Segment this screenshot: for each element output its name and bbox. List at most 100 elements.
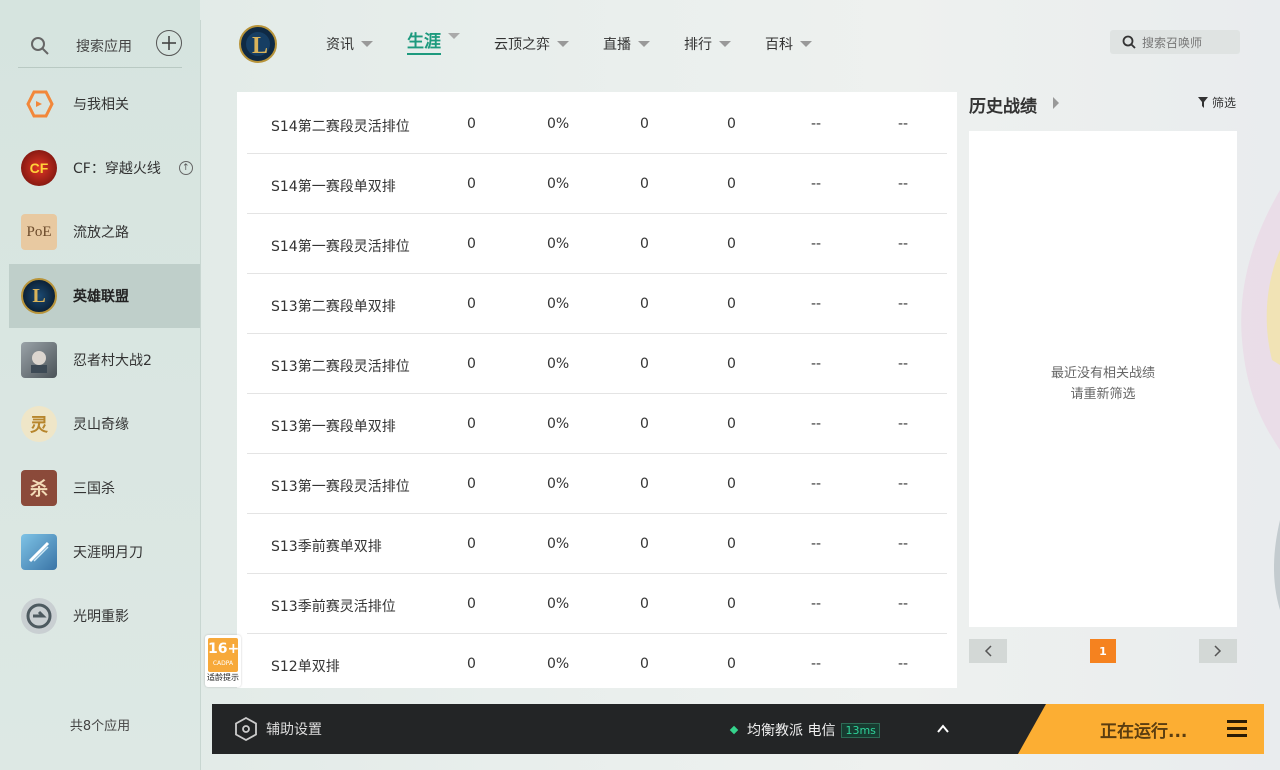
app-count: 共8个应用 (69, 719, 131, 734)
app-label: 流放之路 (73, 225, 129, 241)
age-rating: 16+ (208, 641, 240, 657)
empty-line: 请重新筛选 (1070, 387, 1136, 402)
next-page-button[interactable] (1199, 639, 1237, 663)
cell-value: -- (811, 656, 822, 672)
age-rating-badge[interactable]: 16+ CADPA 适龄提示 (205, 635, 241, 687)
cell-value: 0 (727, 296, 736, 312)
queue-name: S13第一赛段灵活排位 (271, 479, 410, 495)
prev-page-button[interactable] (969, 639, 1007, 663)
app-item-crossfire[interactable]: CF CF：穿越火线 ↑ (9, 136, 200, 200)
tab-news[interactable]: 资讯 (326, 32, 373, 55)
tab-wiki[interactable]: 百科 (765, 32, 812, 55)
cell-value: -- (898, 236, 909, 252)
app-item-lol[interactable]: L 英雄联盟 (9, 264, 200, 328)
table-row[interactable]: S14第二赛段灵活排位 0 0% 0 0 -- -- (247, 94, 947, 154)
cell-value: 0% (547, 536, 570, 552)
tab-tft[interactable]: 云顶之弈 (494, 32, 569, 55)
app-item-poe[interactable]: PoE 流放之路 (9, 200, 200, 264)
menu-icon[interactable] (1227, 720, 1247, 738)
empty-line: 最近没有相关战绩 (1050, 366, 1155, 381)
running-button[interactable]: 正在运行... (1018, 704, 1264, 754)
table-row[interactable]: S13季前赛灵活排位 0 0% 0 0 -- -- (247, 574, 947, 634)
add-app-button[interactable] (156, 30, 182, 56)
app-search-label[interactable]: 搜索应用 (76, 36, 132, 56)
cell-value: 0% (547, 656, 570, 672)
chevron-down-icon (800, 40, 812, 47)
chevron-down-icon (557, 40, 569, 47)
cell-value: 0 (467, 356, 476, 372)
tab-label: 排行 (684, 36, 712, 53)
cell-value: 0 (467, 656, 476, 672)
chevron-right-icon[interactable] (1053, 97, 1059, 109)
app-label: CF：穿越火线 (73, 161, 161, 177)
table-row[interactable]: S13第二赛段单双排 0 0% 0 0 -- -- (247, 274, 947, 334)
page-number[interactable]: 1 (1090, 639, 1116, 663)
app-search-row[interactable]: 搜索应用 (18, 24, 182, 68)
tab-label: 云顶之弈 (494, 36, 550, 53)
table-row[interactable]: S13季前赛单双排 0 0% 0 0 -- -- (247, 514, 947, 574)
cell-value: 0 (640, 356, 649, 372)
sidebar-divider (200, 20, 201, 770)
app-item-lingshan[interactable]: 灵 灵山奇缘 (9, 392, 200, 456)
cell-value: 0 (467, 416, 476, 432)
app-item-guangming[interactable]: 光明重影 (9, 584, 200, 648)
chevron-right-icon (1214, 645, 1222, 657)
chevron-down-icon (719, 40, 731, 47)
cell-value: 0 (640, 236, 649, 252)
cell-value: -- (898, 476, 909, 492)
assist-label: 辅助设置 (266, 722, 322, 738)
cell-value: 0% (547, 176, 570, 192)
table-row[interactable]: S13第一赛段灵活排位 0 0% 0 0 -- -- (247, 454, 947, 514)
app-item-related[interactable]: 与我相关 (9, 72, 200, 136)
cell-value: 0 (467, 536, 476, 552)
table-row[interactable]: S13第一赛段单双排 0 0% 0 0 -- -- (247, 394, 947, 454)
cell-value: 0 (727, 176, 736, 192)
server-status[interactable]: 均衡教派 电信 13ms (729, 720, 880, 740)
cell-value: 0 (640, 416, 649, 432)
assist-settings-button[interactable]: 辅助设置 (234, 717, 322, 741)
svg-text:L: L (252, 33, 268, 59)
table-row[interactable]: S14第一赛段灵活排位 0 0% 0 0 -- -- (247, 214, 947, 274)
tab-label: 百科 (765, 36, 793, 53)
queue-name: S13第二赛段灵活排位 (271, 359, 410, 375)
app-item-sanguosha[interactable]: 杀 三国杀 (9, 456, 200, 520)
app-label: 忍者村大战2 (73, 353, 152, 369)
table-row[interactable]: S13第二赛段灵活排位 0 0% 0 0 -- -- (247, 334, 947, 394)
app-label: 与我相关 (73, 97, 129, 113)
cell-value: 0 (640, 116, 649, 132)
tab-career[interactable]: 生涯 (407, 27, 460, 55)
filter-button[interactable]: 筛选 (1198, 94, 1236, 111)
summoner-search-input[interactable]: 搜索召唤师 (1110, 30, 1240, 54)
queue-name: S14第一赛段灵活排位 (271, 239, 410, 255)
server-name: 均衡教派 电信 (747, 723, 836, 739)
cell-value: 0 (727, 596, 736, 612)
plus-icon (162, 36, 176, 50)
app-item-ninja[interactable]: 忍者村大战2 (9, 328, 200, 392)
app-item-tianya[interactable]: 天涯明月刀 (9, 520, 200, 584)
ninja-icon (21, 342, 57, 378)
cell-value: 0% (547, 116, 570, 132)
cell-value: 0% (547, 236, 570, 252)
tab-ranking[interactable]: 排行 (684, 32, 731, 55)
cell-value: 0 (727, 356, 736, 372)
cell-value: 0 (640, 596, 649, 612)
lol-icon: L (21, 278, 57, 314)
cell-value: -- (811, 476, 822, 492)
lol-logo-icon[interactable]: L (238, 24, 278, 64)
tianya-icon (21, 534, 57, 570)
ping-badge: 13ms (841, 722, 880, 738)
update-icon[interactable]: ↑ (178, 161, 193, 175)
history-title[interactable]: 历史战绩 (969, 92, 1037, 117)
age-org: CADPA (212, 660, 234, 667)
hexagon-settings-icon (235, 717, 257, 741)
table-row[interactable]: S14第一赛段单双排 0 0% 0 0 -- -- (247, 154, 947, 214)
table-row[interactable]: S12单双排 0 0% 0 0 -- -- (247, 634, 947, 688)
cell-value: -- (898, 116, 909, 132)
chevron-up-icon[interactable] (936, 722, 950, 736)
cell-value: 0 (727, 536, 736, 552)
cell-value: -- (898, 596, 909, 612)
age-caption: 适龄提示 (207, 673, 239, 682)
cell-value: -- (898, 176, 909, 192)
cell-value: -- (811, 296, 822, 312)
tab-live[interactable]: 直播 (603, 32, 650, 55)
